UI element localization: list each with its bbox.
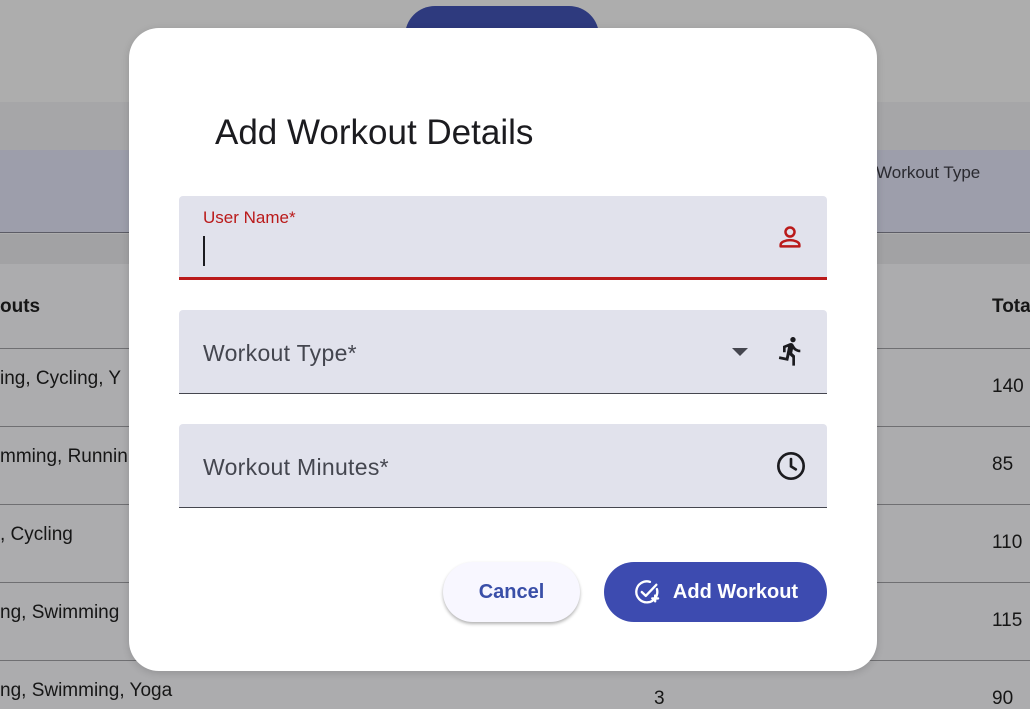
add-workout-dialog: Add Workout Details User Name* Workout T…: [129, 28, 877, 671]
background-row-total: 110: [992, 532, 1023, 553]
add-workout-button[interactable]: Add Workout: [604, 562, 827, 622]
background-row-workouts: ing, Cycling, Y: [0, 368, 122, 389]
dialog-title: Add Workout Details: [215, 113, 534, 152]
background-row-workouts: , Cycling: [0, 524, 73, 545]
background-workout-type-header: Workout Type: [876, 163, 981, 182]
workout-minutes-label: Workout Minutes*: [203, 454, 389, 480]
add-workout-button-label: Add Workout: [672, 580, 799, 603]
workout-minutes-field[interactable]: Workout Minutes*: [179, 424, 827, 508]
cancel-button-label: Cancel: [478, 580, 545, 603]
workout-type-label: Workout Type*: [203, 340, 357, 366]
background-row-total: 90: [992, 688, 1014, 709]
cancel-button[interactable]: Cancel: [443, 562, 580, 622]
background-row-workouts: ng, Swimming, Yoga: [0, 680, 173, 701]
add-task-icon: [635, 580, 660, 604]
dropdown-arrow-icon: [732, 348, 748, 356]
background-row-workouts: ng, Swimming: [0, 602, 120, 623]
background-col-total: Tota: [992, 296, 1030, 317]
directions-run-icon: [778, 336, 801, 366]
user-name-label: User Name*: [203, 208, 296, 227]
user-name-field[interactable]: User Name*: [179, 196, 827, 280]
background-row-workouts: mming, Runnin: [0, 446, 128, 467]
background-row-total: 115: [992, 610, 1023, 631]
background-row-total: 140: [992, 376, 1024, 397]
background-row-count: 3: [654, 688, 665, 709]
background-row-total: 85: [992, 454, 1014, 475]
text-cursor: [203, 236, 205, 266]
background-col-workouts: outs: [0, 296, 41, 317]
clock-icon: [777, 452, 805, 480]
person-icon: [779, 226, 801, 248]
workout-type-select[interactable]: Workout Type*: [179, 310, 827, 394]
